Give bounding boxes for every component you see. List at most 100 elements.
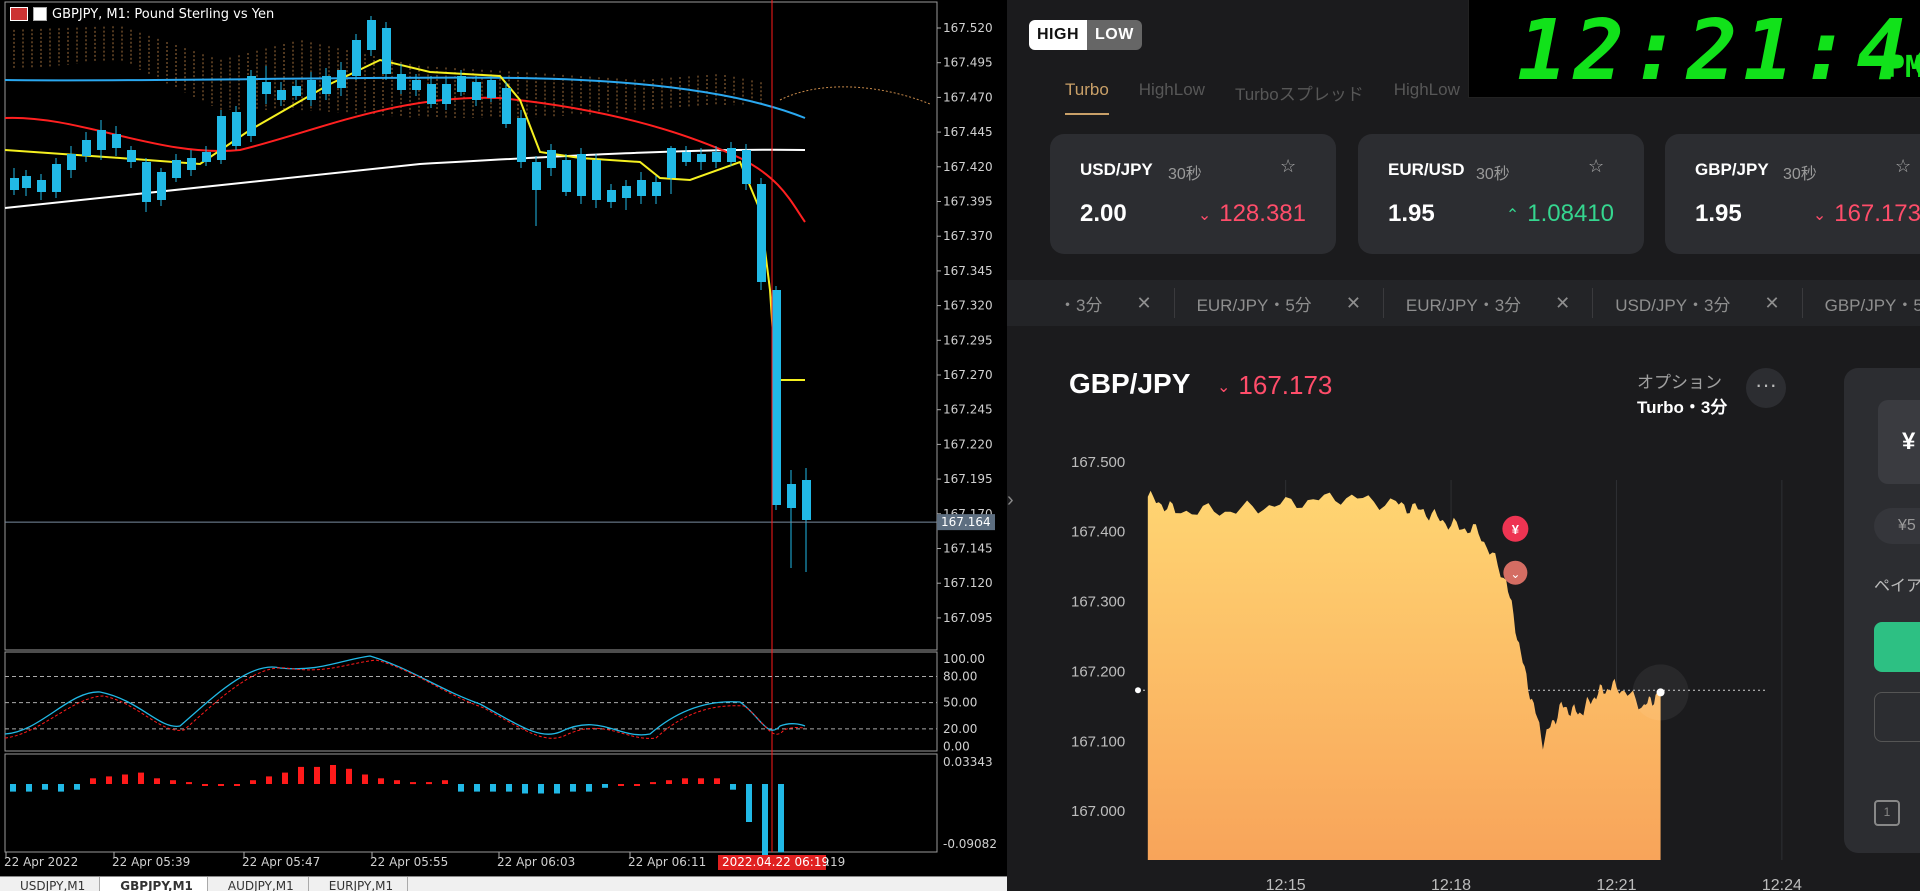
x-axis-label: 12:24 [1762, 877, 1802, 891]
quote-card-eurusd[interactable]: EUR/USD 30秒 ☆ 1.95 ⌃ 1.08410 [1358, 134, 1644, 254]
chevron-down-icon: ⌄ [1812, 206, 1827, 224]
quick-amount-button[interactable]: ¥5 [1874, 508, 1920, 544]
candlestick [172, 160, 181, 178]
asset-chip[interactable]: USD/JPY・3分 ✕ [1593, 288, 1803, 318]
quote-payout: 1.95 [1695, 200, 1742, 227]
candlestick [127, 150, 136, 162]
asset-chip[interactable]: ・3分 ✕ [1007, 288, 1175, 318]
candlestick [202, 152, 211, 162]
candlestick [577, 154, 586, 196]
macd-histogram-bar [586, 784, 592, 792]
price-axis-label: 167.495 [943, 56, 993, 70]
stochastic-main-line [4, 655, 806, 736]
macd-histogram-bar [218, 784, 224, 786]
y-axis-label: 167.100 [1071, 733, 1125, 750]
tab-eurjpy[interactable]: EURJPY,M1 [309, 877, 409, 891]
chart-window-icon [10, 7, 28, 21]
digital-clock: 12:21:48 PM [1468, 0, 1920, 98]
candlestick [682, 152, 691, 162]
candlestick [802, 480, 811, 520]
macd-histogram-bar [682, 778, 688, 784]
stochastic-signal-line [4, 659, 806, 739]
close-icon[interactable]: ✕ [1555, 293, 1570, 314]
tab-turbo-spread[interactable]: Turboスプレッド [1235, 80, 1364, 115]
one-click-icon[interactable]: 1 [1874, 800, 1900, 826]
low-button[interactable] [1874, 692, 1920, 742]
candlestick [307, 80, 316, 100]
time-axis-label: 22 Apr 05:47 [242, 855, 320, 869]
macd-histogram-bar [122, 774, 128, 784]
tab-usdjpy[interactable]: USDJPY,M1 [0, 877, 101, 891]
quote-card-gbpjpy[interactable]: GBP/JPY 30秒 ☆ 1.95 ⌄ 167.173 [1665, 134, 1920, 254]
favorite-star-icon[interactable]: ☆ [1588, 156, 1612, 180]
price-axis-label: 167.195 [943, 472, 993, 486]
asset-chip[interactable]: GBP/JPY・5分✕ [1803, 288, 1920, 318]
candlestick [322, 76, 331, 94]
price-axis-label: 167.270 [943, 368, 993, 382]
mt5-chart-canvas[interactable]: 167.520 167.495 167.470 167.445 167.420 167.3… [0, 0, 1007, 876]
price-axis-label: 167.320 [943, 299, 993, 313]
candlestick [457, 76, 466, 92]
close-icon[interactable]: ✕ [1765, 293, 1780, 314]
high-button[interactable] [1874, 622, 1920, 672]
macd-frame [4, 753, 938, 853]
favorite-star-icon[interactable]: ☆ [1280, 156, 1304, 180]
current-price-dot [1656, 688, 1665, 697]
candlestick [727, 148, 736, 162]
macd-histogram-bar [570, 784, 576, 792]
macd-histogram-bar [346, 768, 352, 784]
asset-chip[interactable]: EUR/JPY・3分 ✕ [1384, 288, 1594, 318]
main-chart-frame [4, 1, 938, 651]
time-axis-label: 22 Apr 06:03 [497, 855, 575, 869]
current-price-label: 167.164 [941, 515, 991, 529]
highlow-logo[interactable]: HIGH LOW [1029, 18, 1142, 52]
tab-gbpjpy[interactable]: GBPJPY,M1 [100, 877, 208, 891]
price-axis-label: 167.520 [943, 21, 993, 35]
macd-histogram-bar [698, 778, 704, 784]
asset-chip[interactable]: EUR/JPY・5分 ✕ [1175, 288, 1384, 318]
candlestick [97, 130, 106, 150]
macd-histogram-bar [106, 776, 112, 784]
macd-histogram-bar [714, 778, 720, 784]
tab-audjpy[interactable]: AUDJPY,M1 [208, 877, 309, 891]
candlestick [742, 150, 751, 184]
favorite-star-icon[interactable]: ☆ [1895, 156, 1919, 180]
chart-settings-icon[interactable] [33, 7, 47, 21]
tab-highlow-spread[interactable]: HighLow [1394, 80, 1460, 115]
strike-start-dot [1135, 687, 1141, 694]
candlestick [112, 134, 121, 148]
macd-histogram-bar [554, 784, 560, 794]
stochastic-frame [4, 651, 938, 752]
macd-histogram-bar [266, 776, 272, 784]
macd-histogram-bar [762, 784, 768, 860]
mt5-chart-title: GBPJPY, M1: Pound Sterling vs Yen [10, 6, 274, 22]
more-options-button[interactable]: ··· [1746, 368, 1786, 408]
investment-amount-field[interactable]: ¥ [1878, 400, 1920, 484]
price-axis-label: 167.345 [943, 264, 993, 278]
candlestick [652, 182, 661, 196]
tab-highlow[interactable]: HighLow [1139, 80, 1205, 115]
macd-histogram-bar [170, 780, 176, 784]
mt5-title-text: GBPJPY, M1: Pound Sterling vs Yen [52, 6, 275, 22]
quote-card-usdjpy[interactable]: USD/JPY 30秒 ☆ 2.00 ⌄ 128.381 [1050, 134, 1336, 254]
crosshair-time-label: 2022.04.22 06:19 [722, 855, 829, 869]
option-value: Turbo・3分 [1637, 398, 1728, 417]
candlestick [247, 76, 256, 136]
candlestick [352, 40, 361, 76]
tab-turbo[interactable]: Turbo [1065, 80, 1109, 115]
price-chart[interactable]: 12:15 12:18 12:21 12:24 167.500 167.400 167.30… [1007, 420, 1807, 891]
candlestick [607, 190, 616, 202]
candlestick [397, 74, 406, 90]
macd-histogram-bar [314, 766, 320, 784]
logo-high: HIGH [1029, 20, 1087, 50]
close-icon[interactable]: ✕ [1136, 293, 1151, 314]
close-icon[interactable]: ✕ [1346, 293, 1361, 314]
candlestick [757, 184, 766, 282]
x-axis-label: 12:15 [1266, 877, 1306, 891]
candlestick [487, 80, 496, 98]
macd-histogram-bar [490, 784, 496, 792]
quote-pair: GBP/JPY [1695, 160, 1769, 179]
candlestick [187, 158, 196, 170]
x-axis-label: 12:21 [1596, 877, 1636, 891]
mt5-chart-window[interactable]: 167.520 167.495 167.470 167.445 167.420 167.3… [0, 0, 1007, 891]
